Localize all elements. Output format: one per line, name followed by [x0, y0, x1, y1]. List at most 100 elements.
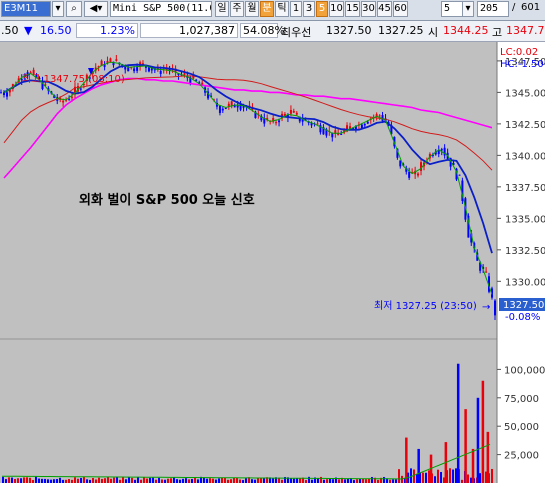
- period-button[interactable]: 45: [377, 1, 392, 17]
- volume-bar: [59, 477, 61, 483]
- period-button[interactable]: 10: [329, 1, 344, 17]
- volume-bar: [68, 479, 70, 483]
- volume-bar: [320, 476, 322, 483]
- price-axis: [497, 42, 545, 483]
- volume-bar: [392, 479, 394, 483]
- volume-bar: [417, 448, 420, 483]
- speaker-icon[interactable]: ◀▾: [84, 1, 108, 17]
- volume-bar: [11, 477, 13, 483]
- volume-tick-label: 25,000: [504, 451, 539, 462]
- volume-bar: [8, 477, 10, 483]
- period-button[interactable]: 틱: [275, 1, 289, 17]
- price-tick-label: 1342.50: [505, 120, 545, 131]
- search-icon[interactable]: ⌕: [66, 1, 82, 17]
- period-button[interactable]: 1: [290, 1, 302, 17]
- volume-bar: [359, 478, 361, 483]
- best-quote-label: 최우선: [281, 26, 312, 39]
- period-button[interactable]: 5: [316, 1, 328, 17]
- volume-panel: [0, 340, 497, 483]
- page-current-input[interactable]: 205: [477, 1, 509, 17]
- volume-bar: [83, 477, 85, 483]
- volume-bar: [332, 479, 334, 483]
- volume-bar: [116, 476, 118, 483]
- volume-bar: [5, 479, 7, 483]
- period-button[interactable]: 3: [303, 1, 315, 17]
- chevron-down-icon[interactable]: ▾: [462, 1, 474, 17]
- volume-bar: [17, 478, 19, 483]
- chart-overlay-text: 외화 벌이 S&P 500 오늘 신호: [79, 192, 255, 208]
- volume-bar: [410, 468, 412, 483]
- volume-tick-label: 50,000: [504, 422, 539, 433]
- period-button[interactable]: 분: [260, 1, 274, 17]
- volume-bar: [398, 469, 400, 483]
- candle-body: [340, 133, 343, 135]
- volume-bar: [158, 477, 160, 483]
- volume-bar: [449, 468, 451, 483]
- last-price-tag: 1327.50: [503, 300, 544, 311]
- volume-bar: [23, 477, 25, 483]
- volume-bar: [20, 478, 22, 483]
- candle-body: [289, 109, 292, 114]
- volume-bar: [167, 478, 169, 483]
- period-button[interactable]: 15: [345, 1, 360, 17]
- volume-bar: [173, 477, 175, 483]
- volume-bar: [344, 479, 346, 483]
- period-button[interactable]: 60: [393, 1, 408, 17]
- high-label: 고: [492, 26, 503, 39]
- candle-body: [224, 107, 227, 109]
- arrow-right-icon: →: [482, 302, 490, 313]
- product-name-field[interactable]: Mini S&P 500(11.0: [110, 1, 212, 17]
- volume-tick-label: 75,000: [504, 394, 539, 405]
- volume-bar: [371, 477, 373, 483]
- candle-body: [292, 110, 295, 113]
- candle-body: [221, 108, 224, 111]
- change-value: 16.50: [40, 24, 72, 37]
- volume-bar: [263, 477, 265, 483]
- chevron-down-icon[interactable]: ▾: [52, 1, 64, 17]
- volume-bar: [422, 472, 424, 483]
- candle-body: [378, 115, 381, 117]
- volume-bar: [290, 478, 292, 483]
- volume-bar: [161, 479, 163, 483]
- volume-bar: [452, 469, 454, 483]
- volume-bar: [434, 476, 436, 483]
- volume-bar: [308, 476, 310, 483]
- high-note: 최고 1347.75 (08:10): [22, 73, 125, 85]
- volume-bar: [239, 479, 241, 483]
- period-button[interactable]: 30: [361, 1, 376, 17]
- period-button[interactable]: 일: [215, 1, 229, 17]
- candle-body: [278, 120, 281, 123]
- period-button[interactable]: 주: [230, 1, 244, 17]
- last-price: .50: [1, 24, 19, 37]
- volume-bar: [467, 474, 469, 483]
- volume-bar: [221, 477, 223, 483]
- code-input[interactable]: E3M11: [1, 1, 51, 17]
- candle-body: [133, 68, 136, 72]
- volume-bar: [476, 397, 480, 483]
- volume-bar: [170, 478, 172, 483]
- price-tick-label: 1337.50: [505, 183, 545, 194]
- volume-value: 1,027,387: [140, 23, 238, 38]
- volume-bar: [464, 409, 467, 483]
- volume-bar: [56, 479, 58, 483]
- volume-bar: [92, 477, 94, 483]
- candle-body: [295, 112, 298, 115]
- volume-bar: [74, 477, 76, 483]
- volume-bar: [437, 469, 439, 483]
- volume-bar: [95, 479, 97, 483]
- high-price: 1347.7: [506, 24, 545, 37]
- volume-bar: [194, 477, 196, 483]
- volume-bar: [356, 479, 358, 483]
- volume-bar: [455, 468, 457, 483]
- price-chart[interactable]: 1347.501345.001342.501340.001337.501335.…: [0, 42, 545, 483]
- page-separator: /: [512, 2, 516, 13]
- volume-bar: [257, 477, 259, 483]
- volume-bar: [405, 437, 408, 483]
- period-button[interactable]: 월: [245, 1, 259, 17]
- volume-bar: [77, 478, 79, 483]
- volume-bar: [101, 478, 103, 483]
- volume-bar: [86, 479, 88, 483]
- volume-bar: [383, 477, 385, 483]
- price-tick-label: 1340.00: [505, 151, 545, 162]
- volume-bar: [338, 479, 340, 483]
